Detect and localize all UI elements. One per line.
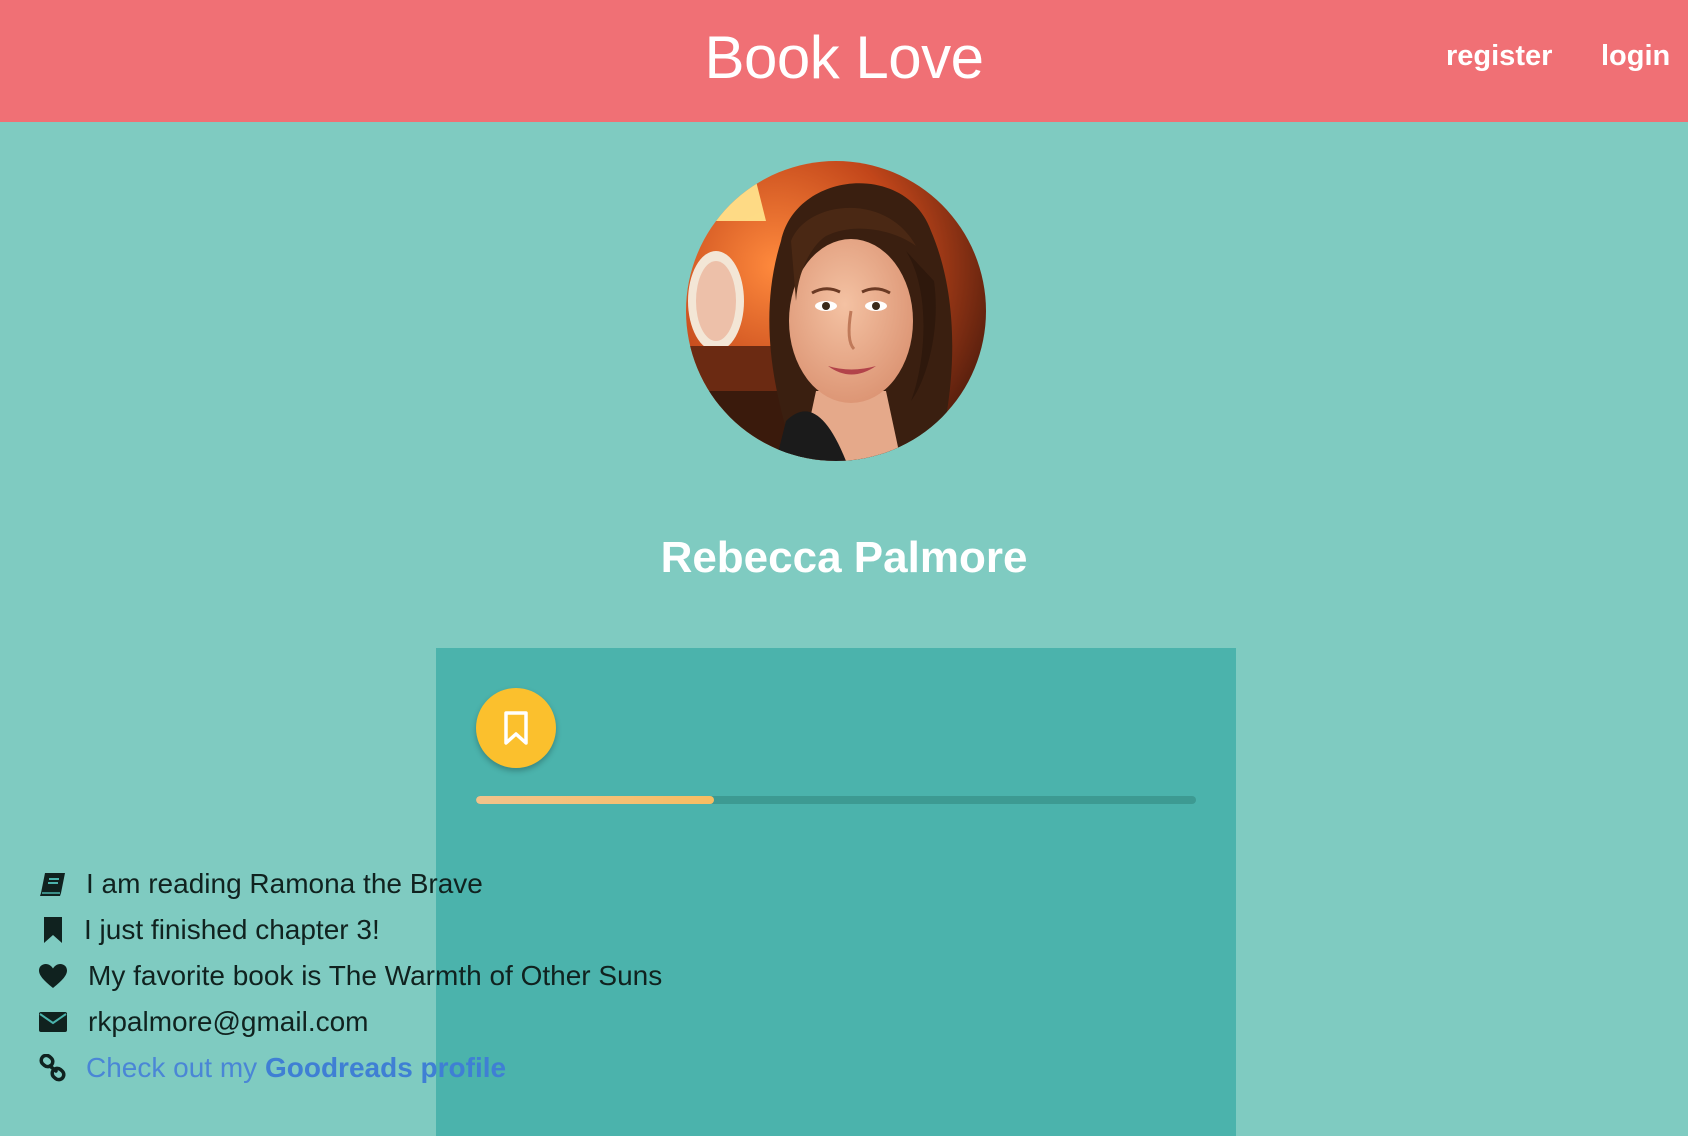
list-item-goodreads: Check out my Goodreads profile xyxy=(38,1048,758,1088)
favorite-text: My favorite book is The Warmth of Other … xyxy=(88,960,663,991)
book-icon xyxy=(38,869,68,899)
login-link[interactable]: login xyxy=(1601,38,1670,74)
avatar-photo xyxy=(686,161,986,461)
link-icon xyxy=(38,1053,68,1083)
bookmark-button[interactable] xyxy=(476,688,556,768)
email-text[interactable]: rkpalmore@gmail.com xyxy=(88,1002,369,1042)
bookmark-icon xyxy=(38,915,68,945)
avatar xyxy=(686,161,986,461)
heart-icon xyxy=(38,961,68,991)
top-header: Book Love register login xyxy=(0,0,1688,122)
reading-progress-bar xyxy=(476,796,1196,804)
profile-name: Rebecca Palmore xyxy=(660,533,1028,582)
reading-text: I am reading Ramona the Brave xyxy=(86,868,483,899)
reading-progress-fill xyxy=(476,796,714,804)
list-item-favorite: My favorite book is The Warmth of Other … xyxy=(38,956,758,996)
bookmark-outline-icon xyxy=(504,711,528,745)
list-item-reading: I am reading Ramona the Brave xyxy=(38,864,758,904)
envelope-icon xyxy=(38,1007,68,1037)
site-title[interactable]: Book Love xyxy=(0,22,1688,94)
progress-text: I just finished chapter 3! xyxy=(84,914,380,945)
register-link[interactable]: register xyxy=(1446,38,1552,74)
goodreads-link-prefix: Check out my xyxy=(86,1052,265,1083)
goodreads-profile-link[interactable]: Goodreads profile xyxy=(265,1052,506,1083)
list-item-progress: I just finished chapter 3! xyxy=(38,910,758,950)
list-item-email: rkpalmore@gmail.com xyxy=(38,1002,758,1042)
